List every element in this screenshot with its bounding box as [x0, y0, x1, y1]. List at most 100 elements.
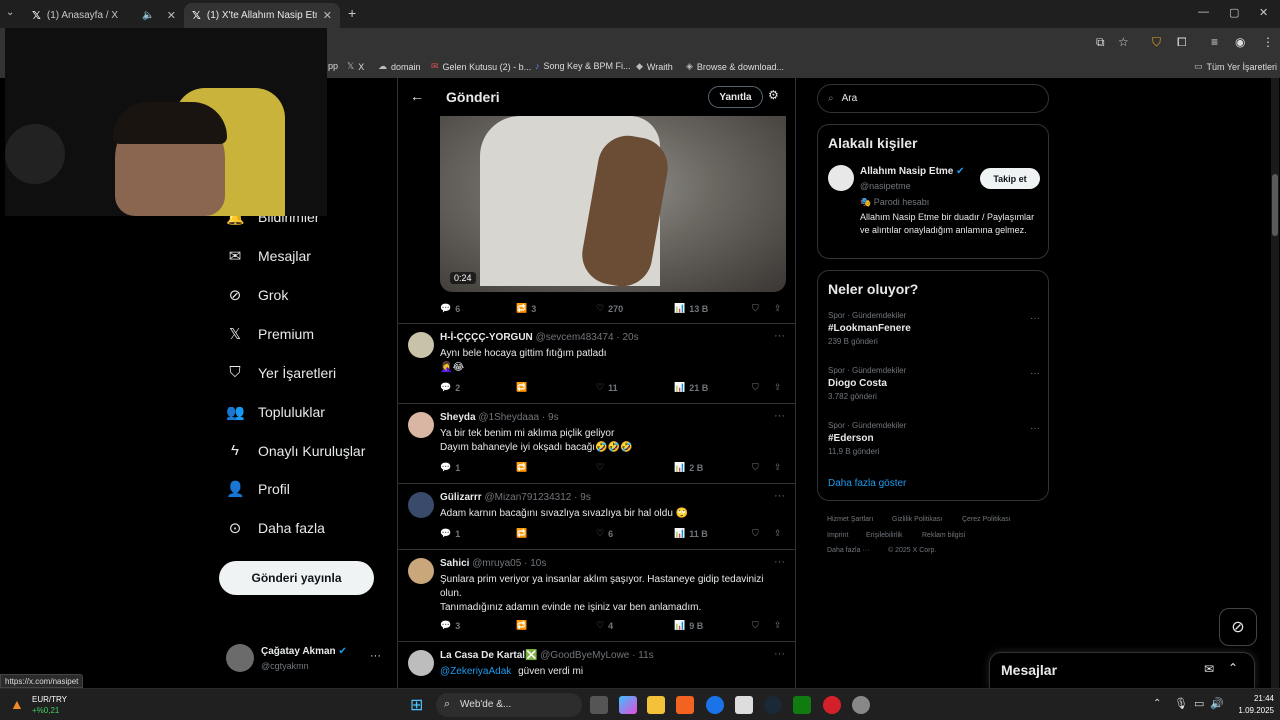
footer-link[interactable]: Hizmet Şartları — [827, 516, 873, 523]
footer-link[interactable]: Daha fazla ··· — [827, 547, 869, 554]
tab-post[interactable]: 𝕏 (1) X'te Allahım Nasip Etme: "D ✕ — [184, 3, 340, 28]
store-icon[interactable] — [735, 696, 753, 714]
reply-tweet[interactable]: H-İ-ÇÇÇÇ-YORGUN @sevcem483474 · 20s ··· … — [398, 323, 795, 403]
profile-icon[interactable]: ◉ — [1235, 35, 1245, 49]
share-icon[interactable]: ⇪ — [774, 528, 782, 539]
more-dots-icon[interactable]: ··· — [1030, 313, 1040, 324]
video-player[interactable]: 0:24 — [440, 116, 786, 292]
retweet-action[interactable]: 🔁 — [516, 462, 527, 473]
display-icon[interactable]: ▭ — [1194, 697, 1204, 710]
mention-link[interactable]: @ZekeriyaAdak — [440, 666, 511, 677]
retweet-action[interactable]: 🔁 — [516, 382, 527, 393]
file-explorer-icon[interactable] — [647, 696, 665, 714]
reply-action[interactable]: 💬 2 — [440, 382, 460, 393]
bookmark-item[interactable]: ☁ domain — [378, 61, 421, 72]
app-settings-icon[interactable] — [852, 696, 870, 714]
bookmark-item[interactable]: ◈ Browse & download... — [686, 61, 784, 72]
share-icon[interactable]: ⇪ — [774, 303, 782, 314]
retweet-action[interactable]: 🔁 3 — [516, 303, 536, 314]
trend-item[interactable]: Spor · Gündemdekiler #Ederson 11,9 B gön… — [828, 421, 1040, 456]
tab-home[interactable]: 𝕏 (1) Anasayfa / X 🔈 ✕ — [24, 3, 184, 28]
retweet-action[interactable]: 🔁 — [516, 620, 527, 631]
close-icon[interactable]: ✕ — [323, 9, 332, 22]
nav-item-grok[interactable]: ⊘ Grok — [226, 286, 289, 304]
windows-start-icon[interactable]: ⊞ — [410, 695, 423, 715]
bookmark-item[interactable]: ✉ Gelen Kutusu (2) - b... — [431, 61, 531, 72]
trend-item[interactable]: Spor · Gündemdekiler Diogo Costa 3.782 g… — [828, 366, 1040, 401]
reply-button[interactable]: Yanıtla — [708, 86, 763, 108]
views-action[interactable]: 📊 13 B — [674, 303, 708, 314]
back-arrow-icon[interactable]: ← — [410, 88, 424, 104]
brave-shield-icon[interactable]: ⛉ — [1152, 35, 1161, 50]
related-name[interactable]: Allahım Nasip Etme ✔ — [860, 166, 965, 177]
share-icon[interactable]: ⇪ — [774, 620, 782, 631]
post-button[interactable]: Gönderi yayınla — [219, 561, 374, 595]
all-bookmarks[interactable]: ▭ Tüm Yer İşaretleri — [1194, 61, 1277, 72]
maximize-icon[interactable]: ▢ — [1229, 6, 1239, 19]
bookmark-item[interactable]: pp — [328, 61, 338, 71]
more-dots-icon[interactable]: ··· — [774, 556, 785, 568]
more-dots-icon[interactable]: ··· — [774, 330, 785, 342]
share-icon[interactable]: ⇪ — [774, 462, 782, 473]
reply-action[interactable]: 💬 1 — [440, 528, 460, 539]
new-tab-button[interactable]: + — [348, 5, 356, 21]
extensions-icon[interactable]: ⧠ — [1177, 35, 1187, 50]
nav-item-messages[interactable]: ✉ Mesajlar — [226, 247, 311, 265]
xbox-icon[interactable] — [793, 696, 811, 714]
menu-icon[interactable]: ⋮ — [1262, 35, 1274, 49]
steam-icon[interactable] — [764, 696, 782, 714]
reply-action[interactable]: 💬 1 — [440, 462, 460, 473]
close-window-icon[interactable]: ✕ — [1259, 6, 1268, 19]
sliders-icon[interactable]: ⚙ — [768, 88, 779, 102]
taskbar-search[interactable]: ⌕ Web'de &... — [436, 693, 582, 717]
nav-item-communities[interactable]: 👥 Topluluklar — [226, 403, 325, 421]
reply-action[interactable]: 💬 6 — [440, 303, 460, 314]
reply-tweet[interactable]: Gülizarrr @Mizan791234312 · 9s ··· Adam … — [398, 483, 795, 549]
bookmark-item[interactable]: 𝕏 X — [347, 61, 364, 72]
avatar[interactable] — [828, 165, 854, 191]
bookmark-item[interactable]: ◆ Wraith — [636, 61, 673, 72]
bookmark-icon[interactable]: ⛉ — [752, 528, 759, 539]
views-action[interactable]: 📊 2 B — [674, 462, 703, 473]
tray-chevron-icon[interactable]: ⌃ — [1153, 698, 1161, 709]
footer-link[interactable]: Imprint — [827, 532, 848, 539]
trend-item[interactable]: Spor · Gündemdekiler #LookmanFenere 239 … — [828, 311, 1040, 346]
follow-button[interactable]: Takip et — [980, 168, 1040, 189]
media-icon[interactable]: ≡ — [1211, 35, 1218, 49]
more-dots-icon[interactable]: ··· — [774, 648, 785, 660]
app-red-icon[interactable] — [823, 696, 841, 714]
footer-link[interactable]: Çerez Politikası — [962, 516, 1011, 523]
bookmark-item[interactable]: ♪ Song Key & BPM Fi... — [535, 61, 631, 71]
bookmark-icon[interactable]: ⛉ — [752, 382, 759, 393]
like-action[interactable]: ♡ — [596, 462, 604, 473]
close-icon[interactable]: ✕ — [167, 9, 176, 22]
install-app-icon[interactable]: ⧉ — [1096, 35, 1105, 50]
reply-tweet[interactable]: Sahici @mruya05 · 10s ··· Şunlara prim v… — [398, 549, 795, 641]
volume-icon[interactable]: 🔊 — [1210, 697, 1224, 710]
star-icon[interactable]: ☆ — [1118, 35, 1129, 49]
messages-drawer[interactable]: Mesajlar ✉ ⌃ — [989, 652, 1255, 688]
currency-widget[interactable]: ▲ EUR/TRY +%0,21 — [8, 692, 78, 718]
more-dots-icon[interactable]: ··· — [1030, 368, 1040, 379]
views-action[interactable]: 📊 9 B — [674, 620, 703, 631]
new-message-icon[interactable]: ✉ — [1204, 662, 1214, 676]
microphone-icon[interactable]: 🎙 — [1174, 697, 1188, 710]
like-action[interactable]: ♡ 6 — [596, 528, 613, 539]
reply-action[interactable]: 💬 3 — [440, 620, 460, 631]
nav-item-profile[interactable]: 👤 Profil — [226, 480, 290, 498]
task-view-icon[interactable] — [590, 696, 608, 714]
speaker-icon[interactable]: 🔈 — [142, 10, 154, 21]
grok-fab[interactable]: ⊘ — [1219, 608, 1257, 646]
nav-item-verified-orgs[interactable]: ϟ Onaylı Kuruluşlar — [226, 442, 365, 459]
nav-item-bookmarks[interactable]: ⛉ Yer İşaretleri — [226, 364, 336, 381]
more-dots-icon[interactable]: ··· — [370, 650, 381, 662]
like-action[interactable]: ♡ 11 — [596, 382, 618, 393]
page-scrollbar[interactable] — [1271, 78, 1279, 688]
account-switcher[interactable]: Çağatay Akman ✔ @cgtyakmn ··· — [226, 644, 386, 674]
bookmark-icon[interactable]: ⛉ — [752, 620, 759, 631]
scrollbar-thumb[interactable] — [1272, 174, 1278, 236]
like-action[interactable]: ♡ 270 — [596, 303, 623, 314]
reply-tweet[interactable]: La Casa De Kartal❎ @GoodByeMyLowe · 11s … — [398, 641, 795, 688]
more-dots-icon[interactable]: ··· — [774, 490, 785, 502]
more-dots-icon[interactable]: ··· — [774, 410, 785, 422]
